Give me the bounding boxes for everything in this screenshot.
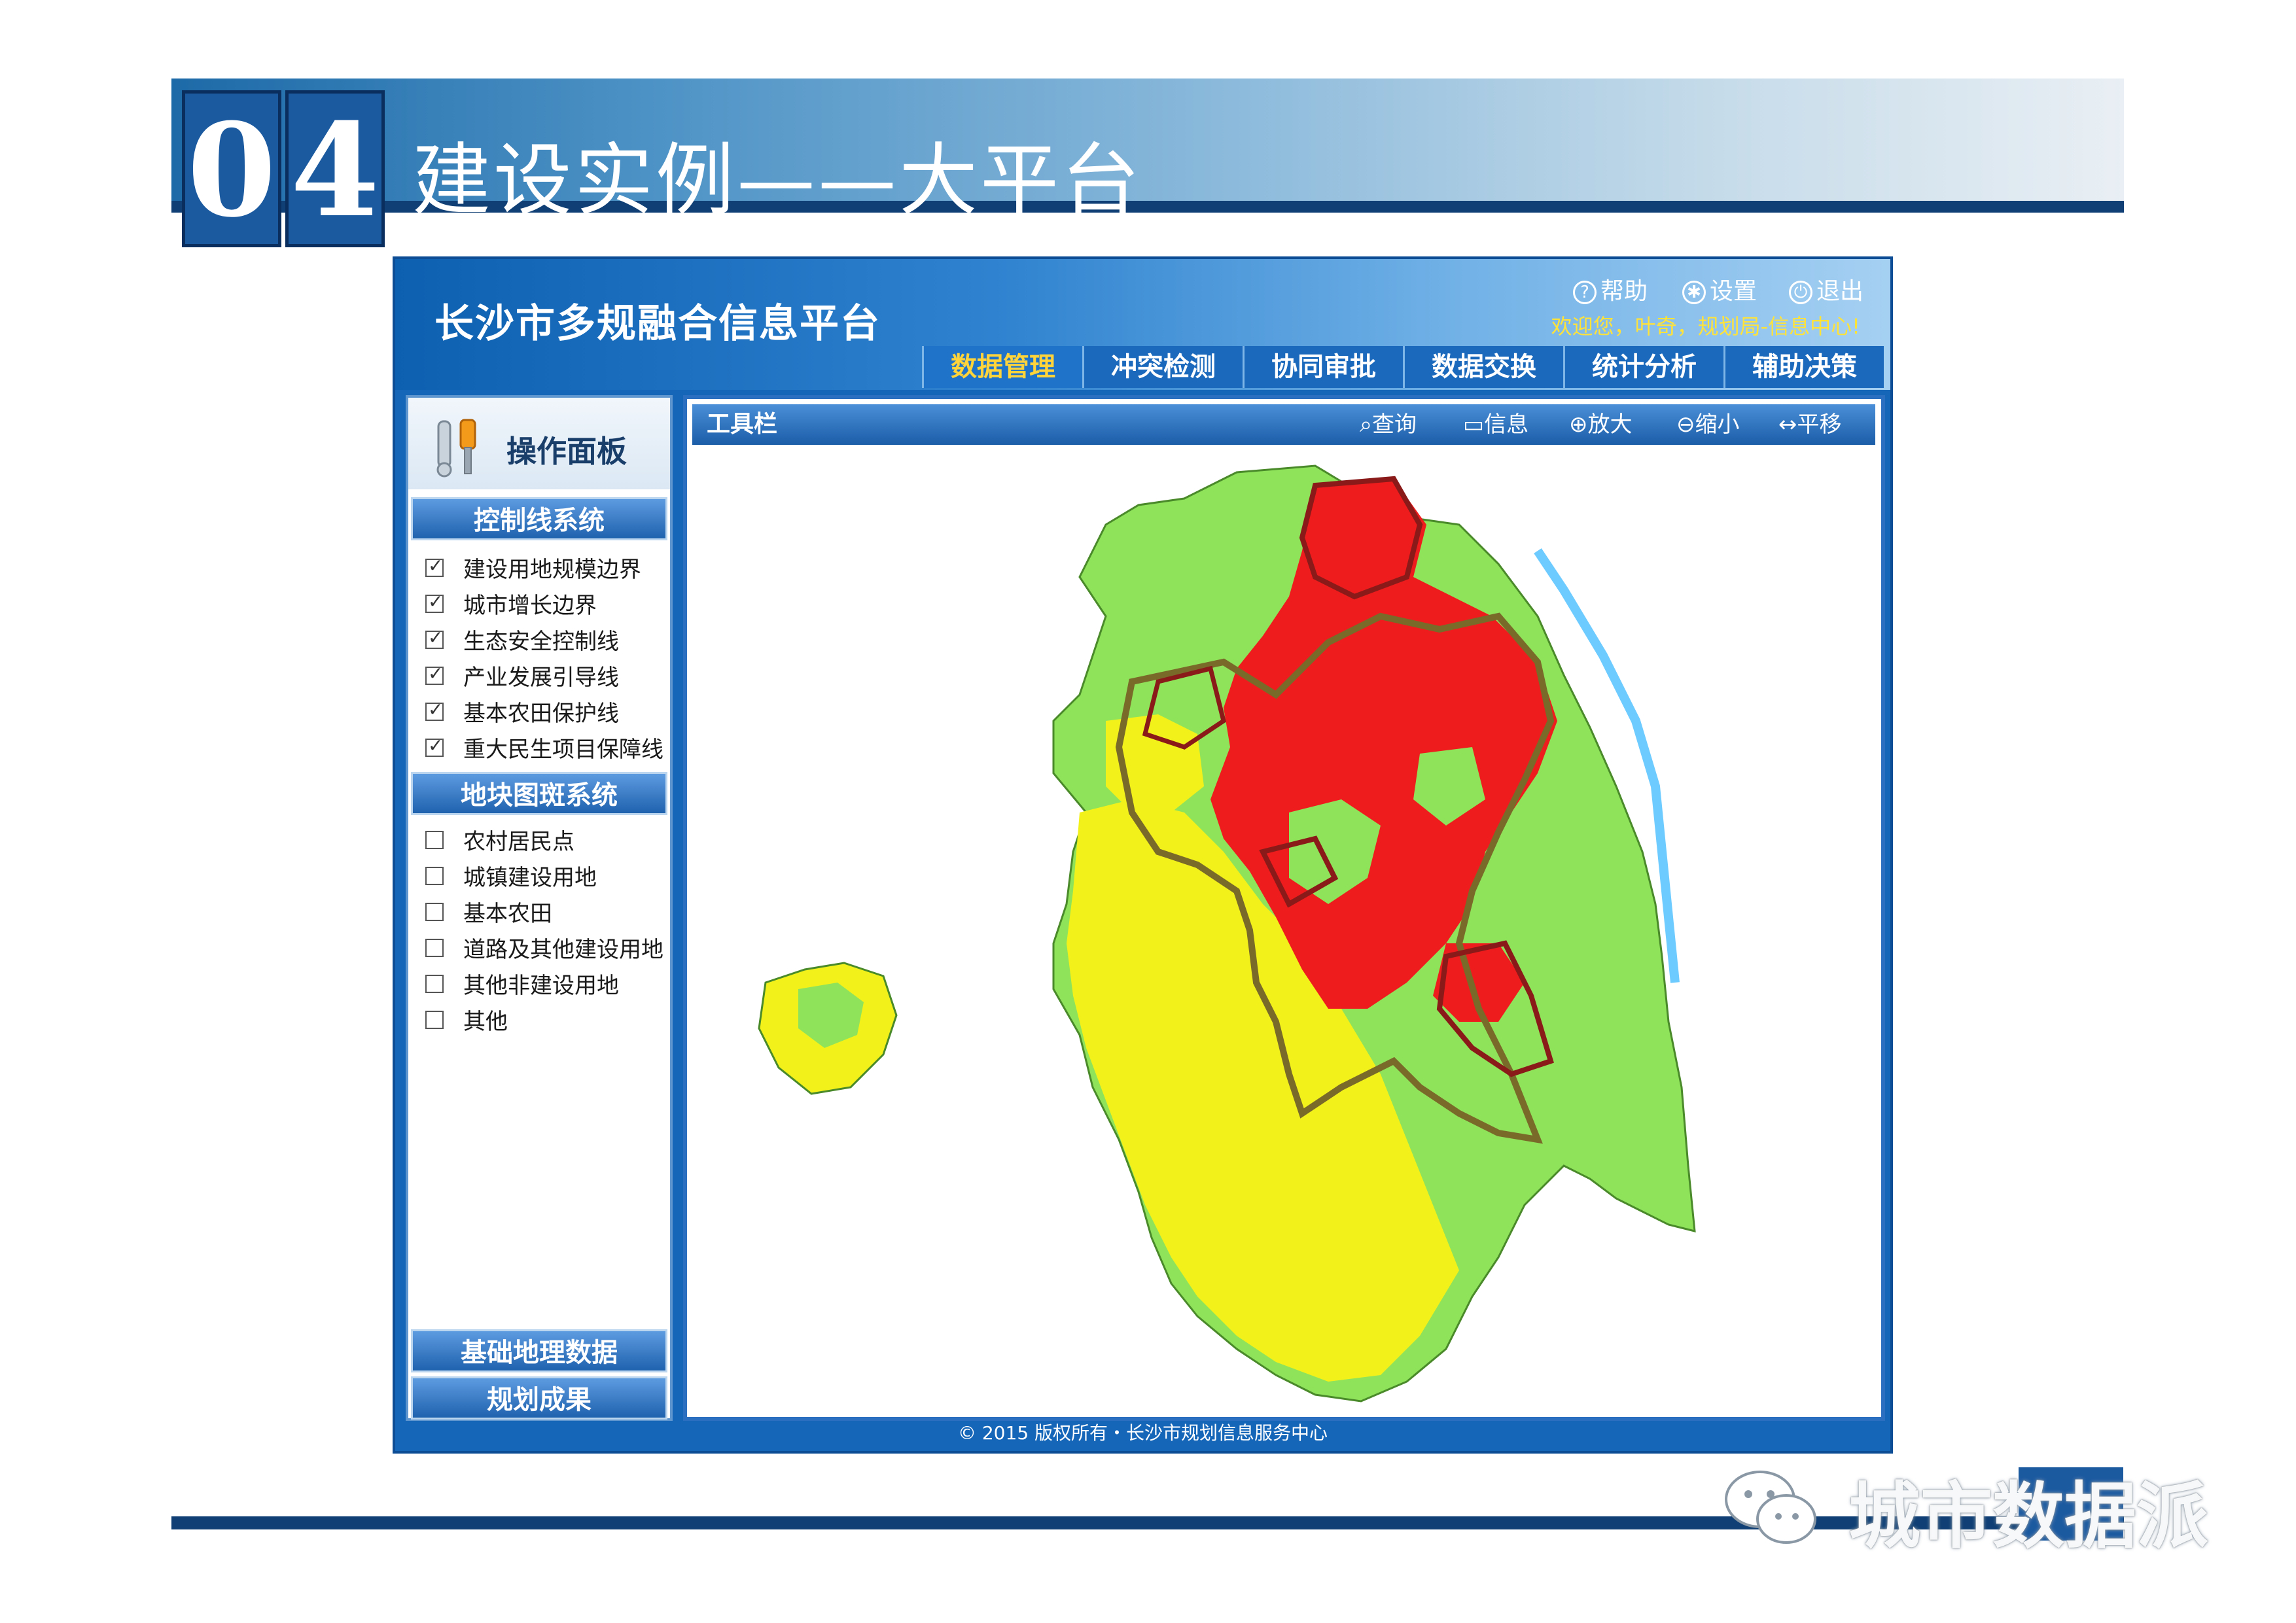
list-item[interactable]: 基本农田	[425, 894, 663, 930]
slide: 0 4 建设实例——大平台 长沙市多规融合信息平台 ? 帮助 ✱ 设置 ⏻ 退出 欢迎…	[0, 0, 2296, 1623]
gear-icon: ✱	[1682, 281, 1706, 304]
welcome-message: 欢迎您，叶奇，规划局-信息中心!	[1551, 314, 1860, 339]
checkbox[interactable]	[425, 735, 444, 757]
settings-button[interactable]: ✱ 设置	[1682, 272, 1757, 306]
nav-data-exchange[interactable]: 数据交换	[1403, 346, 1563, 388]
operation-panel: 操作面板 控制线系统 建设用地规模边界 城市增长边界 生态安全控制线 产业发展引…	[406, 395, 673, 1421]
parcel-system-list: 农村居民点 城镇建设用地 基本农田 道路及其他建设用地 其他非建设用地 其他	[425, 822, 663, 1038]
checkbox[interactable]	[425, 663, 444, 685]
section-digit-2: 4	[285, 90, 385, 247]
list-item-label: 生态安全控制线	[463, 629, 619, 655]
main-nav: 数据管理 冲突检测 协同审批 数据交换 统计分析 辅助决策	[922, 346, 1884, 388]
section-parcel-system[interactable]: 地块图斑系统	[411, 772, 667, 815]
help-label: 帮助	[1600, 278, 1648, 305]
checkbox[interactable]	[425, 974, 444, 993]
list-item-label: 农村居民点	[463, 829, 574, 855]
list-item[interactable]: 产业发展引导线	[425, 657, 663, 693]
list-item[interactable]: 其他非建设用地	[425, 966, 663, 1002]
nav-data-management[interactable]: 数据管理	[922, 346, 1082, 388]
slide-title: 建设实例——大平台	[412, 135, 1142, 226]
search-icon: ⌕	[1360, 411, 1373, 438]
list-item[interactable]: 城镇建设用地	[425, 858, 663, 894]
list-item[interactable]: 重大民生项目保障线	[425, 729, 663, 765]
logout-button[interactable]: ⏻ 退出	[1789, 272, 1863, 306]
nav-conflict-detection[interactable]: 冲突检测	[1082, 346, 1243, 388]
info-icon: ▭	[1463, 411, 1485, 438]
tools-icon	[436, 419, 476, 478]
checkbox[interactable]	[425, 555, 444, 577]
zoom-out-button[interactable]: ⊖缩小	[1676, 404, 1740, 445]
list-item-label: 基本农田保护线	[463, 701, 619, 727]
watermark-text: 城市数据派	[1848, 1475, 2208, 1558]
list-item[interactable]: 基本农田保护线	[425, 693, 663, 729]
list-item-label: 产业发展引导线	[463, 665, 619, 691]
info-label: 信息	[1484, 411, 1529, 438]
list-item-label: 城镇建设用地	[463, 865, 597, 891]
list-item-label: 其他	[463, 1009, 508, 1035]
list-item[interactable]: 生态安全控制线	[425, 621, 663, 657]
pan-button[interactable]: ↔平移	[1778, 404, 1842, 445]
info-button[interactable]: ▭信息	[1463, 404, 1528, 445]
basic-geo-data-button[interactable]: 基础地理数据	[411, 1329, 667, 1372]
logout-label: 退出	[1816, 278, 1864, 305]
list-item[interactable]: 城市增长边界	[425, 585, 663, 621]
list-item-label: 其他非建设用地	[463, 973, 619, 999]
wechat-icon	[1725, 1471, 1816, 1544]
list-item-label: 城市增长边界	[463, 593, 597, 619]
checkbox[interactable]	[425, 699, 444, 721]
nav-statistics[interactable]: 统计分析	[1563, 346, 1723, 388]
map-canvas[interactable]	[687, 446, 1881, 1417]
list-item[interactable]: 农村居民点	[425, 822, 663, 858]
power-icon: ⏻	[1789, 281, 1812, 304]
list-item-label: 基本农田	[463, 901, 552, 927]
checkbox[interactable]	[425, 627, 444, 649]
zoom-out-icon: ⊖	[1676, 411, 1695, 438]
slide-bottom-band	[171, 1516, 2124, 1529]
toolbar-title: 工具栏	[707, 411, 778, 438]
app-banner: 长沙市多规融合信息平台 ? 帮助 ✱ 设置 ⏻ 退出 欢迎您，叶奇，规划局-信息中心!…	[395, 259, 1890, 390]
panel-header: 操作面板	[408, 398, 670, 489]
checkbox[interactable]	[425, 902, 444, 921]
app-window: 长沙市多规融合信息平台 ? 帮助 ✱ 设置 ⏻ 退出 欢迎您，叶奇，规划局-信息中心!…	[393, 256, 1893, 1454]
zoom-out-label: 缩小	[1695, 411, 1740, 438]
zoom-in-button[interactable]: ⊕放大	[1569, 404, 1633, 445]
panel-title: 操作面板	[506, 434, 627, 469]
list-item[interactable]: 建设用地规模边界	[425, 550, 663, 585]
help-button[interactable]: ? 帮助	[1573, 272, 1648, 306]
checkbox[interactable]	[425, 591, 444, 613]
app-title: 长沙市多规融合信息平台	[434, 301, 881, 347]
planning-results-button[interactable]: 规划成果	[411, 1376, 667, 1420]
list-item-label: 建设用地规模边界	[463, 557, 641, 583]
list-item[interactable]: 其他	[425, 1002, 663, 1038]
nav-collaborative-approval[interactable]: 协同审批	[1243, 346, 1403, 388]
query-button[interactable]: ⌕查询	[1360, 404, 1417, 445]
nav-decision-support[interactable]: 辅助决策	[1723, 346, 1884, 388]
map-toolbar: 工具栏 ⌕查询 ▭信息 ⊕放大 ⊖缩小 ↔平移	[692, 404, 1875, 445]
app-footer: © 2015 版权所有・长沙市规划信息服务中心	[957, 1422, 1328, 1444]
map-container: 工具栏 ⌕查询 ▭信息 ⊕放大 ⊖缩小 ↔平移	[683, 395, 1885, 1421]
checkbox[interactable]	[425, 938, 444, 957]
list-item-label: 道路及其他建设用地	[463, 937, 663, 963]
checkbox[interactable]	[425, 830, 444, 849]
checkbox[interactable]	[425, 1010, 444, 1029]
checkbox[interactable]	[425, 866, 444, 885]
pan-arrows-icon: ↔	[1778, 411, 1797, 438]
pan-label: 平移	[1797, 411, 1842, 438]
list-item-label: 重大民生项目保障线	[463, 737, 663, 763]
settings-label: 设置	[1710, 278, 1757, 305]
zoom-in-icon: ⊕	[1569, 411, 1588, 438]
list-item[interactable]: 道路及其他建设用地	[425, 930, 663, 966]
zoom-in-label: 放大	[1587, 411, 1633, 438]
help-icon: ?	[1573, 281, 1597, 304]
section-control-lines[interactable]: 控制线系统	[411, 497, 667, 540]
control-lines-list: 建设用地规模边界 城市增长边界 生态安全控制线 产业发展引导线 基本农田保护线 …	[425, 550, 663, 765]
query-label: 查询	[1372, 411, 1417, 438]
section-digit-1: 0	[182, 90, 281, 247]
